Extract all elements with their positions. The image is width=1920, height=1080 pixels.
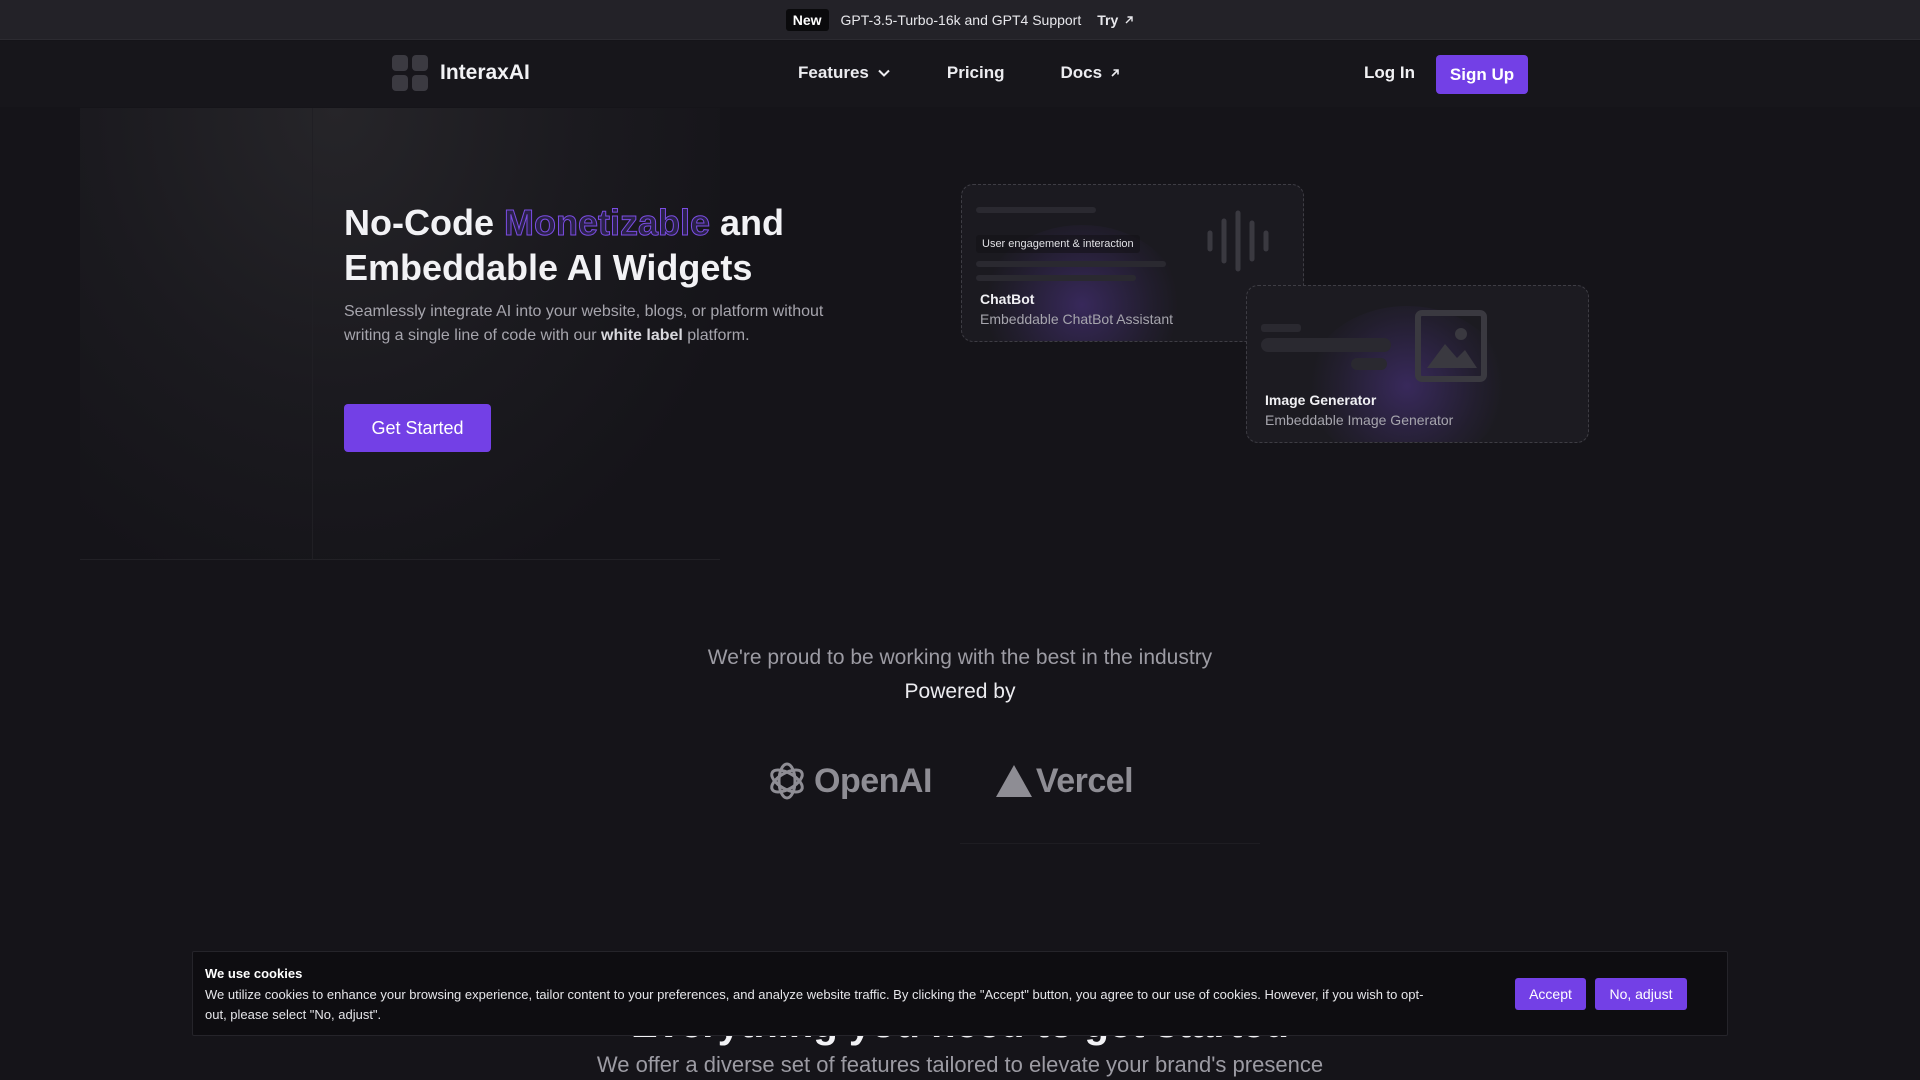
nav-docs-label: Docs: [1060, 63, 1103, 82]
hero-title: No-Code Monetizable and Embeddable AI Wi…: [344, 200, 864, 290]
vercel-logo: Vercel: [994, 761, 1134, 801]
nav-docs[interactable]: Docs: [1061, 63, 1121, 83]
image-generator-subtitle: Embeddable Image Generator: [1265, 412, 1454, 428]
nav-features[interactable]: Features: [798, 63, 891, 83]
vercel-logo-text: Vercel: [1035, 761, 1134, 800]
partner-logos: OpenAI Vercel: [766, 760, 1134, 802]
powered-by-label: Powered by: [904, 680, 1016, 703]
cookie-title: We use cookies: [205, 966, 303, 981]
openai-logo-text: OpenAI: [814, 761, 932, 800]
openai-logo-icon: [770, 762, 804, 800]
login-link[interactable]: Log In: [1364, 63, 1415, 83]
hero-divider: [312, 108, 313, 560]
brand-logo[interactable]: InteraxAI: [392, 55, 530, 91]
chevron-down-icon: [878, 69, 890, 77]
brand-name: InteraxAI: [440, 61, 530, 84]
hero-desc-bold: white label: [601, 327, 683, 344]
waveform-icon: [1207, 210, 1269, 272]
chatbot-subtitle: Embeddable ChatBot Assistant: [980, 311, 1174, 327]
get-started-button[interactable]: Get Started: [344, 404, 491, 452]
main-nav: InteraxAI Features Pricing Docs Log In S…: [0, 41, 1920, 107]
chatbot-chip: User engagement & interaction: [976, 235, 1140, 253]
hero-description: Seamlessly integrate AI into your websit…: [344, 300, 824, 348]
image-icon: [1415, 310, 1487, 382]
signup-button[interactable]: Sign Up: [1436, 55, 1528, 94]
vercel-triangle-icon: [995, 765, 1032, 797]
cookie-banner: We use cookies We utilize cookies to enh…: [192, 951, 1728, 1036]
adjust-cookies-button[interactable]: No, adjust: [1595, 978, 1687, 1010]
partners-heading: We're proud to be working with the best …: [707, 646, 1213, 669]
hero-desc-start: Seamlessly integrate AI into your websit…: [344, 303, 824, 344]
image-generator-title: Image Generator: [1265, 392, 1377, 408]
logo-mark-icon: [392, 55, 428, 91]
nav-pricing-label: Pricing: [946, 63, 1005, 82]
nav-links: Features Pricing Docs: [798, 63, 1176, 83]
section-divider: [960, 843, 1260, 844]
accept-cookies-button[interactable]: Accept: [1515, 978, 1586, 1010]
nav-features-label: Features: [798, 63, 869, 82]
hero-title-accent: Monetizable: [503, 202, 710, 244]
announcement-text: GPT-3.5-Turbo-16k and GPT4 Support: [840, 11, 1082, 28]
openai-logo: OpenAI: [766, 760, 932, 802]
nav-pricing[interactable]: Pricing: [947, 63, 1005, 83]
features-subtitle: We offer a diverse set of features tailo…: [596, 1052, 1324, 1077]
try-link[interactable]: Try: [1097, 12, 1134, 28]
arrow-up-right-icon: [1111, 69, 1119, 77]
cookie-body: We utilize cookies to enhance your brows…: [205, 987, 1424, 1022]
announcement-bar: New GPT-3.5-Turbo-16k and GPT4 Support T…: [0, 0, 1920, 40]
image-generator-widget-card[interactable]: Image Generator Embeddable Image Generat…: [1246, 285, 1589, 443]
arrow-up-right-icon: [1125, 15, 1133, 23]
try-link-label: Try: [1097, 11, 1119, 28]
hero-title-start: No-Code: [344, 202, 504, 243]
hero-desc-end: platform.: [682, 327, 750, 344]
chatbot-title: ChatBot: [980, 291, 1035, 307]
new-badge: New: [785, 8, 829, 31]
